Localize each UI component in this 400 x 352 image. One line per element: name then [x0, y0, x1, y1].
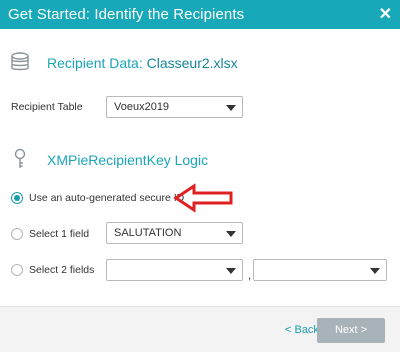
key-logic-title: XMPieRecipientKey Logic: [47, 152, 209, 168]
chevron-down-icon: [226, 105, 236, 111]
select-one-field-label: Select 1 field: [29, 228, 90, 240]
radio-select-two-fields[interactable]: [11, 264, 23, 276]
field-separator: ,: [248, 270, 252, 282]
key-icon: [14, 148, 26, 168]
recipient-data-filename: Classeur2.xlsx: [146, 55, 238, 71]
radio-select-one-field[interactable]: [11, 228, 23, 240]
radio-auto-id[interactable]: [11, 192, 23, 204]
chevron-down-icon: [226, 231, 236, 237]
recipient-table-label: Recipient Table: [11, 101, 83, 113]
field-select-one-value: SALUTATION: [114, 227, 182, 239]
chevron-down-icon: [226, 268, 236, 274]
red-arrow-annotation: [173, 183, 233, 213]
recipient-table-select[interactable]: Voeux2019: [106, 96, 243, 118]
close-icon[interactable]: ✕: [379, 4, 392, 24]
field-select-two-b[interactable]: [253, 259, 387, 281]
select-two-fields-label: Select 2 fields: [29, 264, 95, 276]
recipient-table-value: Voeux2019: [114, 101, 170, 113]
chevron-down-icon: [370, 268, 380, 274]
back-button[interactable]: < Back: [285, 324, 319, 336]
dialog-footer: < Back Next >: [0, 306, 400, 352]
recipient-data-prefix: Recipient Data:: [47, 55, 147, 71]
field-select-two-a[interactable]: [106, 259, 243, 281]
database-icon: [11, 52, 29, 71]
dialog-header: Get Started: Identify the Recipients ✕: [0, 0, 400, 29]
next-button[interactable]: Next >: [317, 318, 385, 343]
recipient-data-title: Recipient Data: Classeur2.xlsx: [47, 55, 238, 71]
field-select-one[interactable]: SALUTATION: [106, 222, 243, 244]
dialog-title: Get Started: Identify the Recipients: [8, 6, 245, 23]
auto-id-label: Use an auto-generated secure ID: [29, 192, 185, 204]
